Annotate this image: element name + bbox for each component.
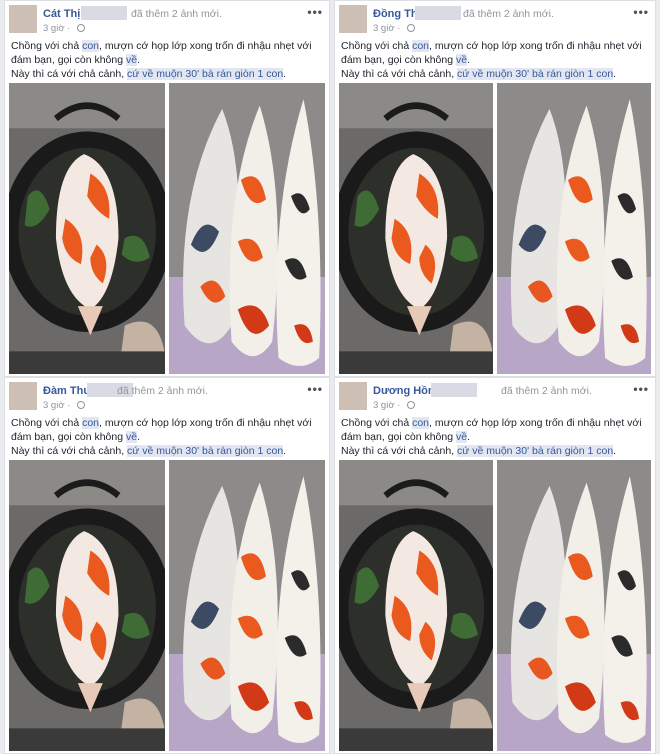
highlight-tag[interactable]: về	[126, 54, 138, 66]
post-header: Đồng Thị đã thêm 2 ảnh mới. 3 giờ · •••	[339, 5, 651, 35]
text-part: Chồng với chả	[11, 40, 83, 52]
post-card: Dương Hồng đã thêm 2 ảnh mới. 3 giờ · ••…	[334, 377, 656, 754]
more-dots-icon[interactable]: •••	[307, 5, 323, 19]
highlight-tag[interactable]: cứ về muộn 30' bà rán giòn 1 con	[127, 68, 284, 80]
avatar[interactable]	[339, 5, 367, 33]
photo-fish-in-pan[interactable]	[339, 460, 494, 751]
author-name[interactable]: Đàm Thu	[43, 385, 90, 397]
post-action: đã thêm 2 ảnh mới.	[463, 8, 554, 20]
post-action: đã thêm 2 ảnh mới.	[117, 385, 208, 397]
text-part: .	[137, 431, 141, 443]
post-header: Dương Hồng đã thêm 2 ảnh mới. 3 giờ · ••…	[339, 382, 651, 412]
text-part: .	[283, 445, 287, 457]
post-time[interactable]: 3 giờ ·	[373, 400, 400, 411]
post-time[interactable]: 3 giờ ·	[373, 23, 400, 34]
fish-in-pan-illustration	[9, 460, 166, 751]
globe-icon	[77, 401, 85, 409]
avatar[interactable]	[9, 5, 37, 33]
koi-fish-illustration	[496, 460, 651, 751]
photo-fish-in-pan[interactable]	[9, 460, 166, 751]
koi-fish-illustration	[168, 83, 325, 374]
redacted-name	[431, 383, 477, 397]
photo-grid	[339, 83, 651, 374]
author-name[interactable]: Đồng Thị	[373, 8, 421, 20]
text-part: .	[613, 68, 617, 80]
post-header: Đàm Thu đã thêm 2 ảnh mới. 3 giờ · •••	[9, 382, 325, 412]
photo-koi-fish[interactable]	[496, 460, 651, 751]
post-time[interactable]: 3 giờ ·	[43, 400, 70, 411]
text-part: .	[467, 431, 471, 443]
more-dots-icon[interactable]: •••	[307, 382, 323, 396]
post-grid: Cát Thị đã thêm 2 ảnh mới. 3 giờ · ••• C…	[0, 0, 660, 754]
highlight-tag[interactable]: về	[456, 54, 468, 66]
text-part: Chồng với chả	[341, 417, 413, 429]
post-card: Đàm Thu đã thêm 2 ảnh mới. 3 giờ · ••• C…	[4, 377, 330, 754]
highlight-tag[interactable]: cứ về muộn 30' bà rán giòn 1 con	[457, 68, 614, 80]
text-part: Này thì cá với chả cảnh,	[11, 445, 128, 457]
globe-icon	[407, 401, 415, 409]
post-header: Cát Thị đã thêm 2 ảnh mới. 3 giờ · •••	[9, 5, 325, 35]
koi-fish-illustration	[168, 460, 325, 751]
post-action: đã thêm 2 ảnh mới.	[131, 8, 222, 20]
highlight-tag[interactable]: về	[126, 431, 138, 443]
redacted-name	[81, 6, 127, 20]
text-part: Này thì cá với chả cảnh,	[11, 68, 128, 80]
highlight-tag[interactable]: con	[412, 417, 430, 429]
highlight-tag[interactable]: con	[412, 40, 430, 52]
highlight-tag[interactable]: cứ về muộn 30' bà rán giòn 1 con	[127, 445, 284, 457]
koi-fish-illustration	[496, 83, 651, 374]
photo-koi-fish[interactable]	[496, 83, 651, 374]
more-dots-icon[interactable]: •••	[633, 5, 649, 19]
text-part: Chồng với chả	[11, 417, 83, 429]
post-card: Cát Thị đã thêm 2 ảnh mới. 3 giờ · ••• C…	[4, 0, 330, 377]
text-part: .	[613, 445, 617, 457]
post-text: Chồng với chả con, mượn cớ họp lớp xong …	[11, 39, 323, 81]
text-part: .	[467, 54, 471, 66]
photo-grid	[9, 460, 325, 751]
photo-koi-fish[interactable]	[168, 460, 325, 751]
text-part: .	[283, 68, 287, 80]
highlight-tag[interactable]: con	[82, 40, 100, 52]
fish-in-pan-illustration	[339, 460, 494, 751]
text-part: Chồng với chả	[341, 40, 413, 52]
highlight-tag[interactable]: cứ về muộn 30' bà rán giòn 1 con	[457, 445, 614, 457]
avatar[interactable]	[9, 382, 37, 410]
text-part: .	[137, 54, 141, 66]
post-text: Chồng với chả con, mượn cớ họp lớp xong …	[341, 39, 649, 81]
photo-fish-in-pan[interactable]	[339, 83, 494, 374]
redacted-name	[415, 6, 461, 20]
more-dots-icon[interactable]: •••	[633, 382, 649, 396]
post-time[interactable]: 3 giờ ·	[43, 23, 70, 34]
post-action: đã thêm 2 ảnh mới.	[501, 385, 592, 397]
fish-in-pan-illustration	[9, 83, 166, 374]
text-part: Này thì cá với chả cảnh,	[341, 68, 458, 80]
globe-icon	[407, 24, 415, 32]
highlight-tag[interactable]: về	[456, 431, 468, 443]
photo-grid	[9, 83, 325, 374]
post-text: Chồng với chả con, mượn cớ họp lớp xong …	[11, 416, 323, 458]
photo-fish-in-pan[interactable]	[9, 83, 166, 374]
post-text: Chồng với chả con, mượn cớ họp lớp xong …	[341, 416, 649, 458]
avatar[interactable]	[339, 382, 367, 410]
photo-koi-fish[interactable]	[168, 83, 325, 374]
highlight-tag[interactable]: con	[82, 417, 100, 429]
text-part: Này thì cá với chả cảnh,	[341, 445, 458, 457]
fish-in-pan-illustration	[339, 83, 494, 374]
author-name[interactable]: Cát Thị	[43, 8, 80, 20]
post-card: Đồng Thị đã thêm 2 ảnh mới. 3 giờ · ••• …	[334, 0, 656, 377]
photo-grid	[339, 460, 651, 751]
globe-icon	[77, 24, 85, 32]
